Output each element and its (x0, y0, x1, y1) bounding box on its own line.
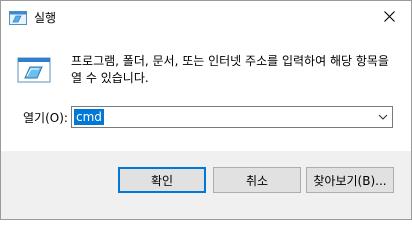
run-dialog-icon (9, 11, 27, 25)
ok-button[interactable]: 확인 (118, 167, 206, 193)
run-description: 프로그램, 폴더, 문서, 또는 인터넷 주소를 입력하여 해당 항목을 열 수… (71, 54, 389, 85)
close-button[interactable] (369, 2, 409, 31)
chevron-down-icon[interactable] (377, 111, 389, 123)
run-dialog: 실행 프로그램, 폴더, 문서, 또는 인터넷 주소를 입력하여 해당 항목을 … (0, 0, 412, 220)
title-bar: 실행 (1, 1, 411, 32)
window-title: 실행 (34, 11, 57, 25)
browse-button[interactable]: 찾아보기(B)... (306, 167, 394, 193)
cancel-button[interactable]: 취소 (213, 167, 301, 193)
close-icon (383, 11, 395, 22)
open-input-value[interactable]: cmd (74, 109, 104, 125)
open-label: 열기(O): (23, 111, 68, 125)
run-icon (17, 57, 51, 83)
open-combobox[interactable]: cmd (71, 106, 393, 128)
